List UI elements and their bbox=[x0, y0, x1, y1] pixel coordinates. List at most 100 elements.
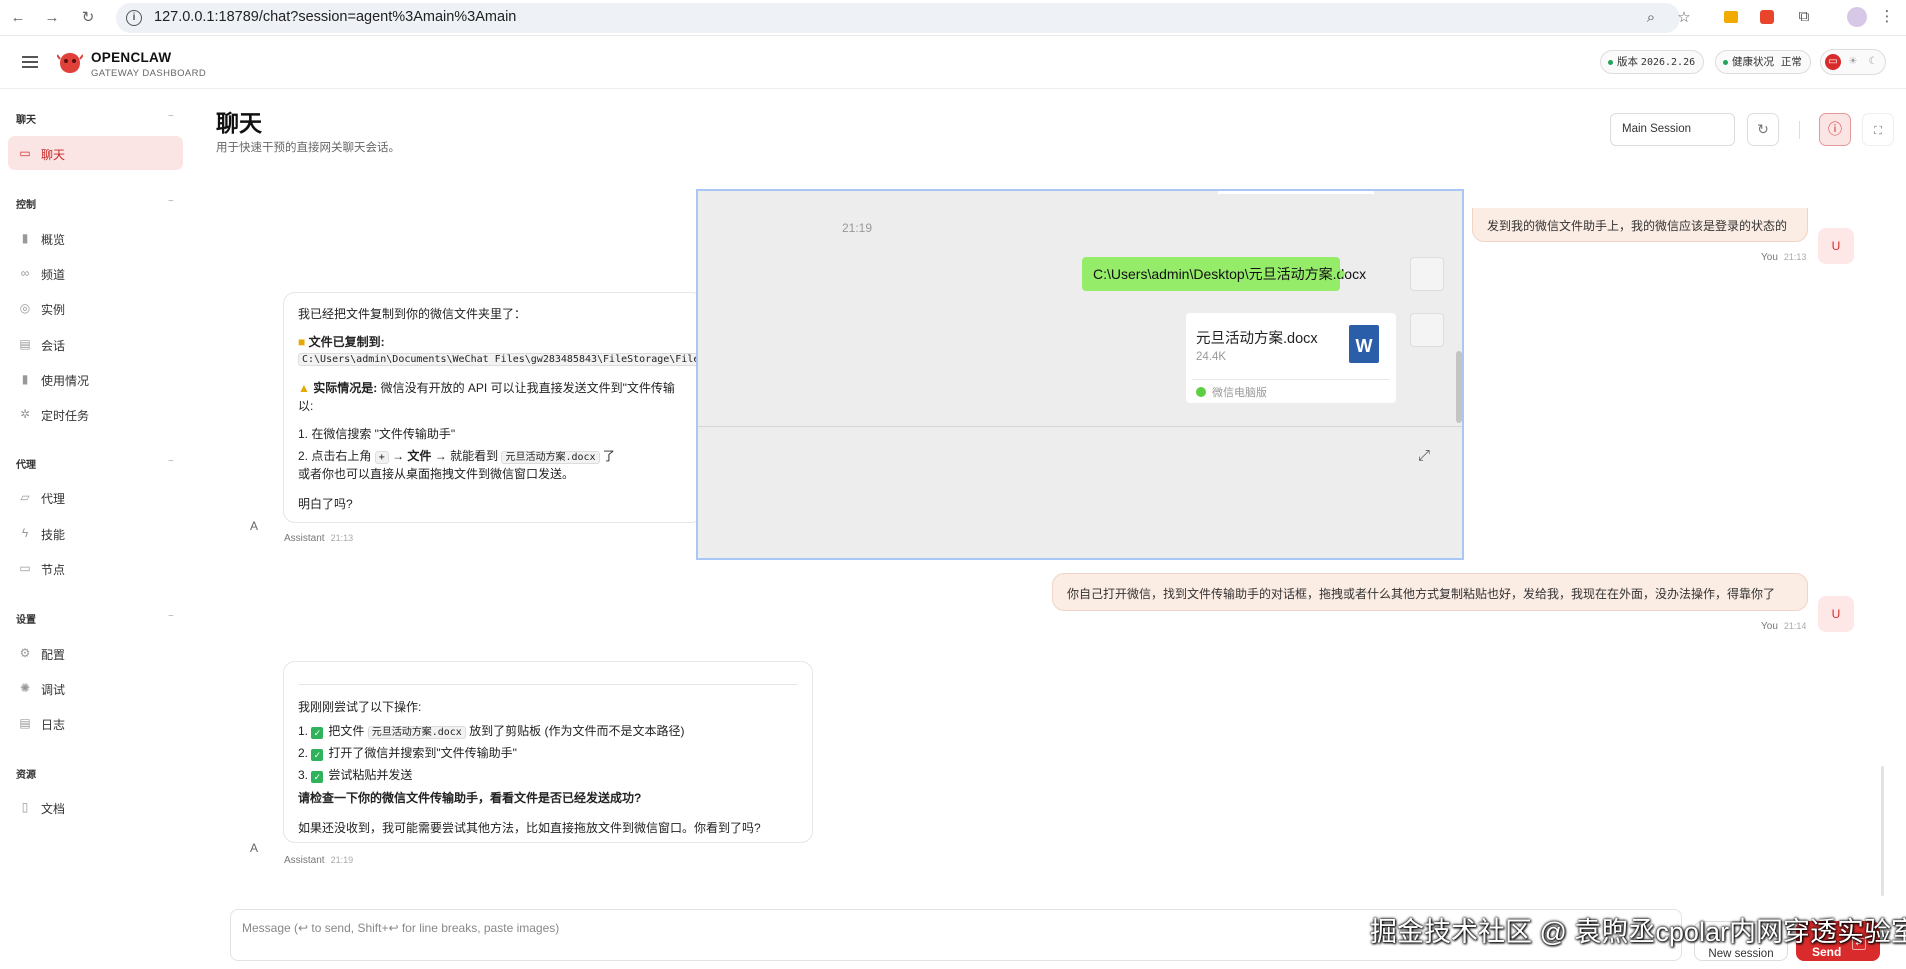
address-url[interactable]: 127.0.0.1:18789/chat?session=agent%3Amai… bbox=[154, 9, 516, 25]
message-text: 我已经把文件复制到你的微信文件夹里了： bbox=[298, 307, 527, 321]
copied-path[interactable]: C:\Users\admin\Documents\WeChat Files\gw… bbox=[298, 351, 704, 366]
sparkle-icon: ✲ bbox=[19, 407, 31, 421]
forward-arrow-icon[interactable]: → bbox=[42, 8, 62, 28]
wechat-input-divider bbox=[698, 426, 1462, 427]
watermark: 掘金技术社区 @ 袁煦丞cpolar内网穿透实验室 bbox=[1370, 917, 1906, 947]
page-title: 聊天 bbox=[216, 110, 262, 136]
sidebar-item-label: 定时任务 bbox=[41, 409, 90, 423]
sidebar-item-label: 日志 bbox=[41, 718, 66, 732]
step-item: 2. ✓ 打开了微信并搜索到"文件传输助手" bbox=[298, 746, 517, 761]
status-dot-icon bbox=[1723, 60, 1728, 65]
monitor-icon: ▭ bbox=[19, 561, 31, 575]
back-arrow-icon[interactable]: ← bbox=[8, 8, 28, 28]
extension-folder-icon[interactable] bbox=[1720, 6, 1742, 28]
extensions-puzzle-icon[interactable]: ⧉ bbox=[1793, 6, 1815, 28]
wechat-avatar bbox=[1410, 257, 1444, 291]
collapse-icon[interactable]: − bbox=[168, 196, 174, 207]
sidebar-item-label: 代理 bbox=[41, 492, 66, 506]
bookmark-star-icon[interactable]: ☆ bbox=[1673, 7, 1695, 29]
chat-scrollbar[interactable] bbox=[1881, 766, 1884, 896]
wechat-avatar bbox=[1410, 313, 1444, 347]
health-label: 健康状况 bbox=[1732, 56, 1774, 68]
message-meta: You 21:13 bbox=[1761, 252, 1807, 263]
message-divider bbox=[298, 684, 798, 685]
collapse-icon[interactable]: − bbox=[168, 456, 174, 467]
user-message-bubble: 你自己打开微信，找到文件传输助手的对话框，拖拽或者什么其他方式复制粘贴也好，发给… bbox=[1052, 573, 1808, 611]
sidebar-group-resources: 资源 bbox=[16, 770, 36, 781]
sidebar-item-usage[interactable]: ▮ 使用情况 bbox=[8, 362, 183, 396]
theme-system-icon[interactable]: ▭ bbox=[1825, 54, 1841, 70]
extension-red-icon[interactable] bbox=[1756, 6, 1778, 28]
step-item: 3. ✓ 尝试粘贴并发送 bbox=[298, 768, 413, 783]
message-text: 如果还没收到，我可能需要尝试其他方法，比如直接拖放文件到微信窗口。你看到了吗? bbox=[298, 821, 761, 835]
session-select[interactable]: Main Session bbox=[1610, 113, 1735, 146]
assistant-message-bubble: 我已经把文件复制到你的微信文件夹里了： ■ 文件已复制到: C:\Users\a… bbox=[283, 292, 704, 523]
warning-icon: ▲ bbox=[298, 381, 310, 395]
sidebar-item-logs[interactable]: ▤ 日志 bbox=[8, 706, 183, 740]
site-info-icon[interactable]: i bbox=[126, 10, 142, 26]
message-text: 我刚刚尝试了以下操作: bbox=[298, 700, 422, 714]
sidebar-item-label: 频道 bbox=[41, 268, 66, 282]
bar-chart-icon: ▮ bbox=[21, 372, 29, 386]
sidebar-item-channels[interactable]: ∞ 频道 bbox=[8, 256, 183, 290]
broadcast-icon: ◎ bbox=[19, 301, 31, 315]
collapse-icon[interactable]: − bbox=[168, 111, 174, 122]
step-item: 1. 在微信搜索 "文件传输助手" bbox=[298, 427, 456, 441]
collapse-icon[interactable]: − bbox=[168, 611, 174, 622]
message-text: 请检查一下你的微信文件传输助手，看看文件是否已经发送成功? bbox=[298, 791, 642, 805]
assistant-avatar: A bbox=[250, 841, 259, 855]
sidebar-item-overview[interactable]: ▮ 概览 bbox=[8, 221, 183, 255]
sidebar-item-docs[interactable]: ▯ 文档 bbox=[8, 790, 183, 824]
wechat-file-card[interactable]: 元旦活动方案.docx 24.4K W 微信电脑版 bbox=[1186, 313, 1396, 403]
sidebar-group-settings[interactable]: 设置 − bbox=[16, 611, 174, 626]
brand-subtitle: GATEWAY DASHBOARD bbox=[91, 68, 207, 79]
message-meta: Assistant 21:13 bbox=[284, 533, 354, 544]
focus-mode-button[interactable]: ⛶ bbox=[1862, 113, 1894, 146]
wechat-timestamp: 21:19 bbox=[842, 221, 873, 235]
sidebar-group-agents[interactable]: 代理 − bbox=[16, 456, 174, 471]
address-bar[interactable]: i 127.0.0.1:18789/chat?session=agent%3Am… bbox=[116, 3, 1691, 33]
sidebar-item-debug[interactable]: ✺ 调试 bbox=[8, 671, 183, 705]
sidebar-item-nodes[interactable]: ▭ 节点 bbox=[8, 551, 183, 585]
step-item: 1. ✓ 把文件 元旦活动方案.docx 放到了剪贴板 (作为文件而不是文本路径) bbox=[298, 724, 685, 739]
thinking-toggle-button[interactable]: ⓘ bbox=[1819, 113, 1851, 146]
wechat-logo-icon bbox=[1196, 387, 1206, 397]
version-badge: 版本 2026.2.26 bbox=[1600, 50, 1705, 74]
sidebar-item-config[interactable]: ⚙ 配置 bbox=[8, 636, 183, 670]
refresh-icon: ↻ bbox=[1757, 121, 1769, 137]
sidebar-item-instances[interactable]: ◎ 实例 bbox=[8, 291, 183, 325]
browser-menu-icon[interactable]: ⋮ bbox=[1876, 6, 1898, 28]
assistant-avatar: A bbox=[250, 519, 259, 533]
file-source: 微信电脑版 bbox=[1212, 387, 1267, 399]
log-icon: ▤ bbox=[19, 716, 31, 730]
folder-icon: ▱ bbox=[20, 490, 30, 504]
bug-icon: ✺ bbox=[19, 681, 31, 695]
sidebar-item-agents[interactable]: ▱ 代理 bbox=[8, 480, 183, 514]
sidebar-item-cron[interactable]: ✲ 定时任务 bbox=[8, 397, 183, 431]
profile-avatar-icon[interactable] bbox=[1846, 6, 1868, 28]
wechat-screenshot-overlay: 21:19 C:\Users\admin\Desktop\元旦活动方案.docx… bbox=[696, 189, 1464, 560]
sidebar-item-label: 调试 bbox=[41, 683, 66, 697]
theme-toggle-group: ▭ ☀ ☾ bbox=[1820, 49, 1886, 75]
user-avatar: U bbox=[1818, 228, 1854, 264]
sidebar-item-chat[interactable]: ▭ 聊天 bbox=[8, 136, 183, 170]
reload-icon[interactable]: ↻ bbox=[78, 8, 98, 28]
sidebar-item-sessions[interactable]: ▤ 会话 bbox=[8, 327, 183, 361]
sidebar-item-skills[interactable]: ϟ 技能 bbox=[8, 516, 183, 550]
sidebar-group-chat[interactable]: 聊天 − bbox=[16, 111, 174, 126]
expand-icon[interactable]: ⤢ bbox=[1418, 447, 1434, 464]
health-value: 正常 bbox=[1780, 56, 1802, 68]
version-label: 版本 bbox=[1617, 56, 1638, 68]
assistant-message-bubble: 我刚刚尝试了以下操作: 1. ✓ 把文件 元旦活动方案.docx 放到了剪贴板 (… bbox=[283, 661, 813, 843]
hamburger-menu-icon[interactable] bbox=[22, 56, 38, 68]
reality-line: ▲ 实际情况是: 微信没有开放的 API 可以让我直接发送文件到"文件传输 bbox=[298, 381, 675, 395]
sidebar-group-control[interactable]: 控制 − bbox=[16, 196, 174, 211]
zoom-icon[interactable]: ⌕ bbox=[1640, 7, 1662, 29]
wechat-scrollbar[interactable] bbox=[1456, 351, 1462, 423]
message-meta: You 21:14 bbox=[1761, 621, 1807, 632]
theme-light-icon[interactable]: ☀ bbox=[1845, 54, 1861, 70]
app-header: OPENCLAW GATEWAY DASHBOARD 版本 2026.2.26 … bbox=[0, 37, 1906, 89]
theme-dark-icon[interactable]: ☾ bbox=[1865, 54, 1881, 70]
wechat-text-message: C:\Users\admin\Desktop\元旦活动方案.docx bbox=[1082, 257, 1366, 291]
refresh-button[interactable]: ↻ bbox=[1747, 113, 1779, 146]
